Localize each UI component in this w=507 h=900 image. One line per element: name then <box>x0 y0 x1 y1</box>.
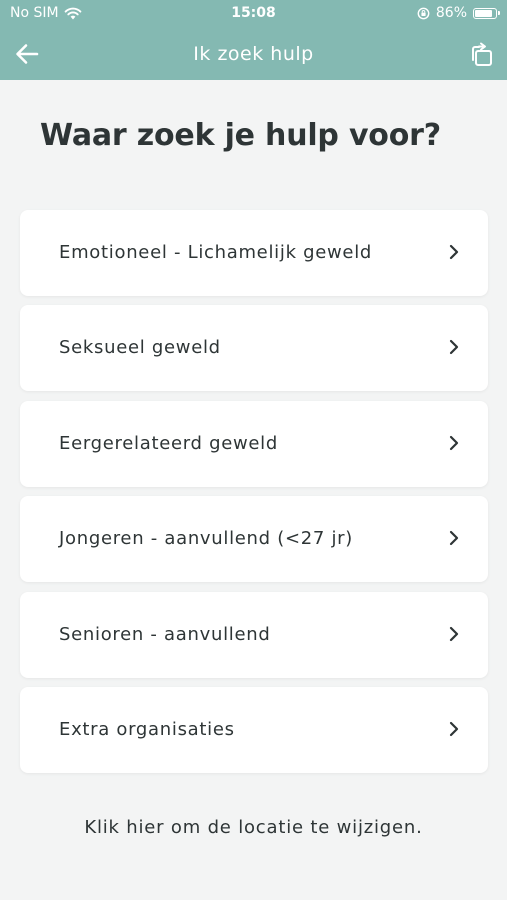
chevron-right-icon <box>449 626 459 641</box>
share-button[interactable] <box>465 38 497 70</box>
chevron-right-icon <box>449 721 459 737</box>
change-location-link[interactable]: Klik hier om de locatie te wijzigen. <box>0 817 507 838</box>
chevron-right-icon <box>449 244 459 260</box>
menu-item-senioren-aanvullend[interactable]: Senioren - aanvullend <box>20 591 488 678</box>
navigation-bar: Ik zoek hulp <box>0 28 507 80</box>
menu-item-jongeren-aanvullend[interactable]: Jongeren - aanvullend (<27 jr) <box>20 496 488 583</box>
battery-level-fill <box>475 9 492 17</box>
battery-icon <box>473 7 500 19</box>
menu-item-label: Eergerelateerd geweld <box>59 432 279 454</box>
battery-percent: 86% <box>435 5 467 21</box>
menu-item-eergerelateerd-geweld[interactable]: Eergerelateerd geweld <box>20 400 488 487</box>
menu-item-seksueel-geweld[interactable]: Seksueel geweld <box>20 305 488 392</box>
menu-item-label: Seksueel geweld <box>59 337 221 359</box>
menu-item-label: Jongeren - aanvullend (<27 jr) <box>59 528 353 550</box>
chevron-right-icon <box>449 340 459 355</box>
menu-item-extra-organisaties[interactable]: Extra organisaties <box>20 686 488 773</box>
chevron-right-icon <box>449 531 459 546</box>
menu-item-emotioneel-lichamelijk-geweld[interactable]: Emotioneel - Lichamelijk geweld <box>20 210 488 296</box>
status-right-group: 86% <box>417 5 500 21</box>
chevron-right-icon <box>449 435 459 450</box>
help-category-list: Emotioneel - Lichamelijk geweld Seksueel… <box>20 210 488 782</box>
orientation-lock-icon <box>417 7 430 19</box>
menu-item-label: Emotioneel - Lichamelijk geweld <box>59 242 373 263</box>
page-title: Waar zoek je hulp voor? <box>40 118 441 153</box>
app-header: No SIM 15:08 86% Ik zoek hulp <box>0 0 507 80</box>
nav-title: Ik zoek hulp <box>193 43 314 65</box>
share-icon <box>472 42 492 66</box>
menu-item-label: Senioren - aanvullend <box>59 623 271 645</box>
status-bar: No SIM 15:08 86% <box>0 0 507 28</box>
menu-item-label: Extra organisaties <box>59 718 235 740</box>
